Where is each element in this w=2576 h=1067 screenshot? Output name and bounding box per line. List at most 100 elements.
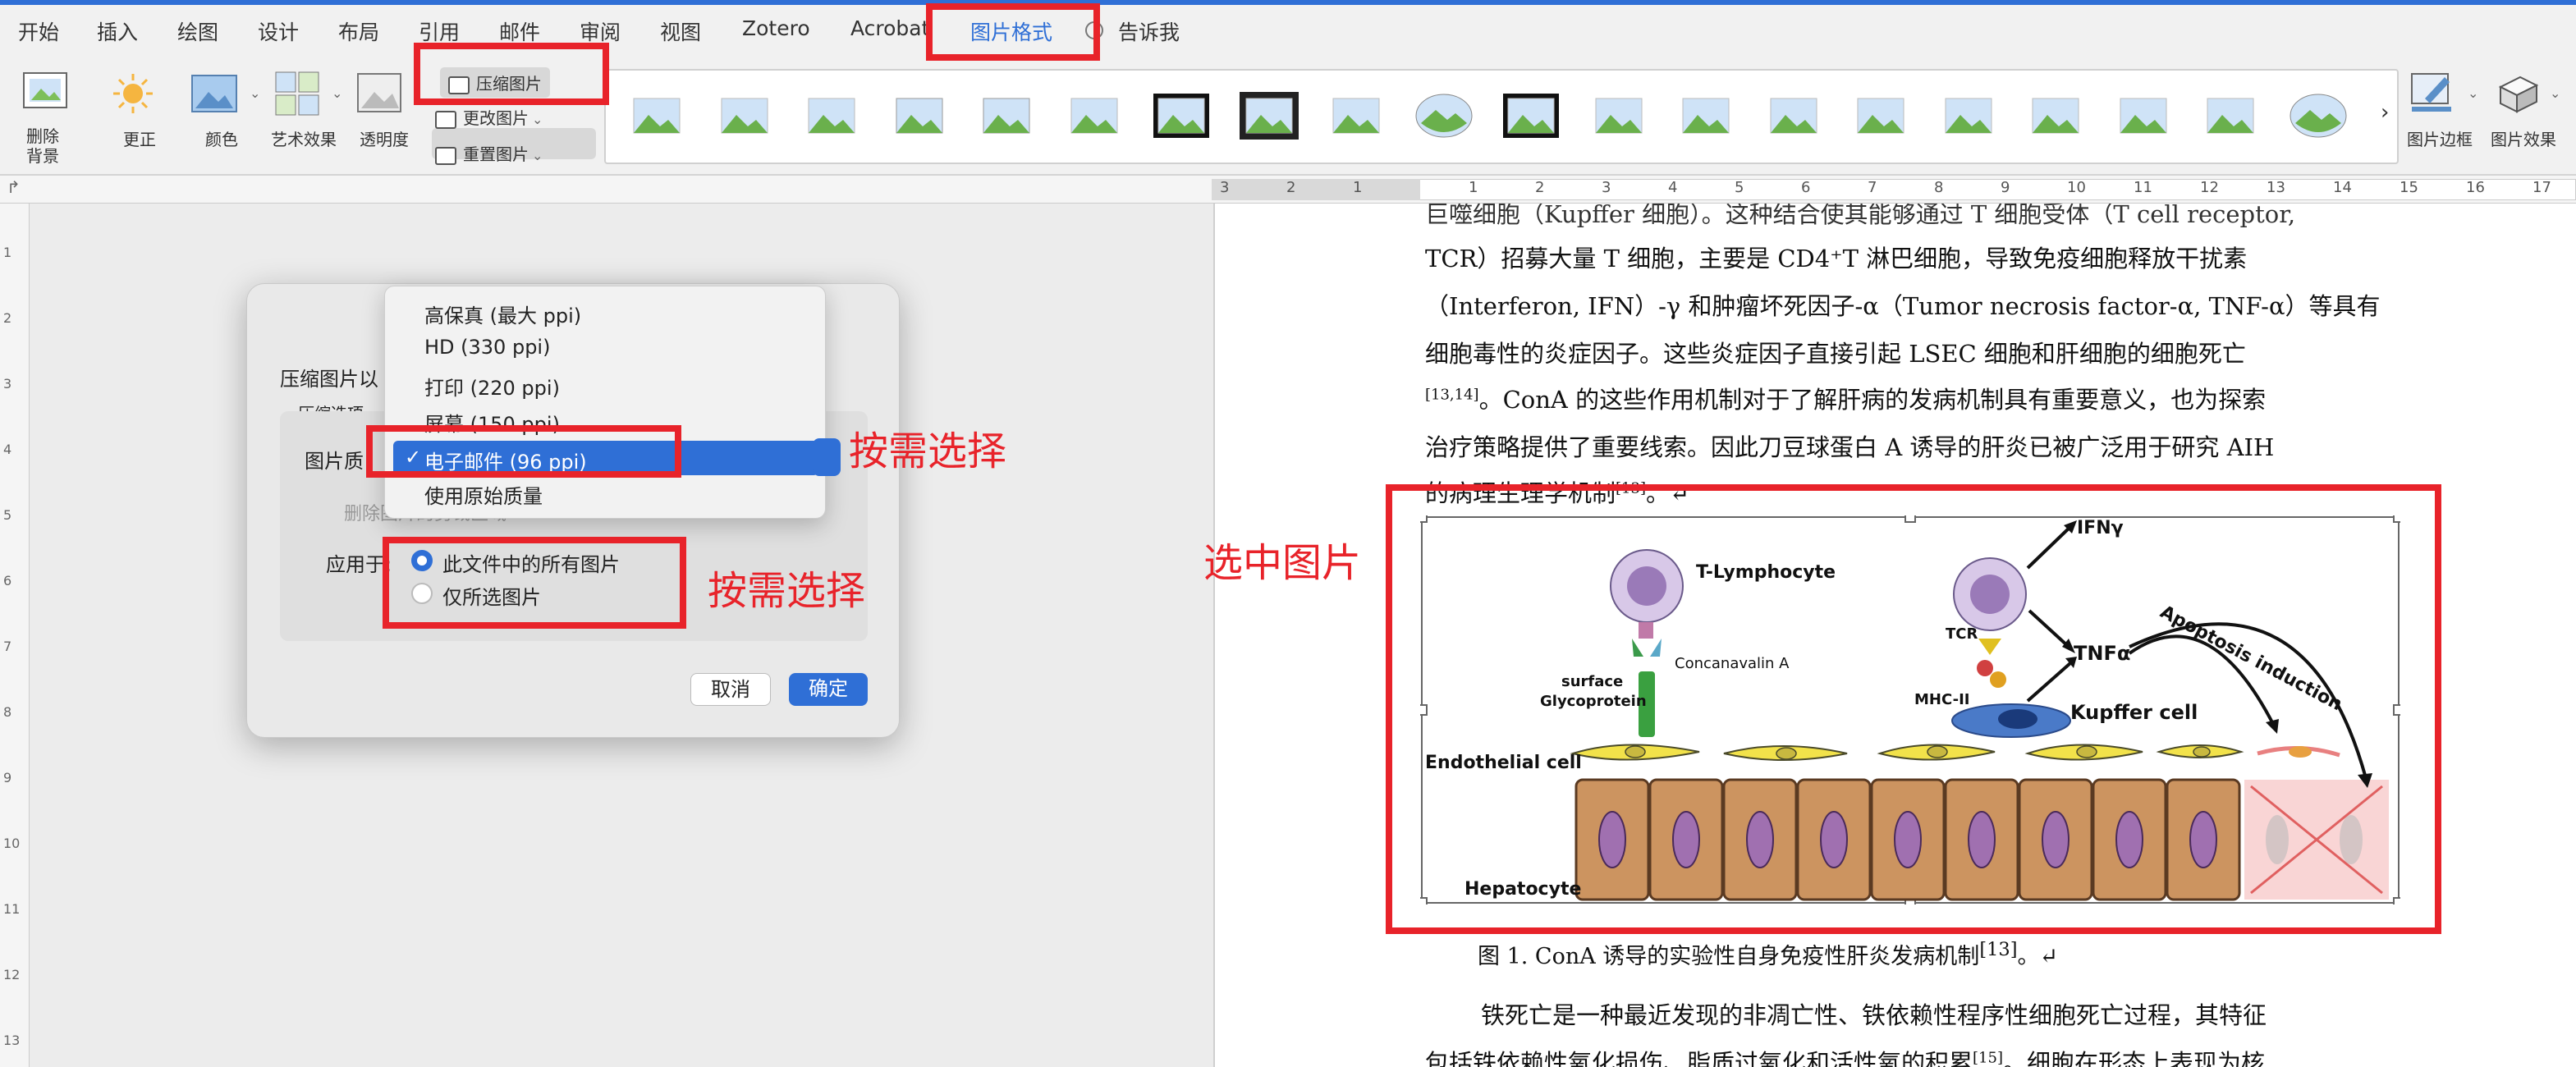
picture-style-thumbnail[interactable] [1063,90,1125,141]
dropdown-option-hifi[interactable]: 高保真 (最大 ppi) [424,300,581,328]
picture-style-thumbnail[interactable] [1588,90,1650,141]
picture-border-icon[interactable] [2409,71,2458,115]
menu-bar: 开始 插入 绘图 设计 布局 引用 邮件 审阅 视图 Zotero Acroba… [0,0,2576,62]
vertical-ruler-number: 8 [3,704,12,720]
picture-style-thumbnail[interactable] [2287,90,2349,141]
picture-border-dropdown-icon[interactable]: ⌄ [2468,85,2478,101]
artistic-effects-label[interactable]: 艺术效果 [271,126,337,150]
picture-style-thumbnail[interactable] [800,90,863,141]
picture-effects-icon[interactable] [2492,71,2540,115]
artistic-effects-icon[interactable] [274,71,322,117]
highlight-picture-format-tab [926,3,1100,61]
picture-style-thumbnail[interactable] [1150,90,1212,141]
picture-style-thumbnail[interactable] [1238,90,1300,141]
tab-review[interactable]: 审阅 [580,16,621,46]
quality-dropdown-menu: 高保真 (最大 ppi) HD (330 ppi) 打印 (220 ppi) 屏… [384,286,826,519]
vertical-ruler-number: 11 [3,901,21,917]
tab-tell-me[interactable]: 告诉我 [1118,16,1180,46]
vertical-ruler-number: 5 [3,507,12,523]
ruler-number: 3 [1220,179,1230,196]
figure-caption: 图 1. ConA 诱导的实验性自身免疫性肝炎发病机制[13]。↵ [1478,939,2059,969]
tab-mailings[interactable]: 邮件 [499,16,540,46]
ruler-number: 8 [1934,179,1944,196]
doc-line-2: （Interferon, IFN）-γ 和肿瘤坏死因子-α（Tumor necr… [1425,292,2381,320]
picture-style-thumbnail[interactable] [1413,90,1475,141]
ruler-number: 11 [2134,179,2152,196]
remove-background-icon[interactable] [21,71,69,117]
highlight-selected-image [1386,484,2441,934]
picture-style-thumbnail[interactable] [2199,90,2262,141]
ruler-number: 2 [1535,179,1545,196]
picture-style-thumbnail[interactable] [2112,90,2175,141]
color-label[interactable]: 颜色 [205,126,238,150]
vertical-ruler-number: 7 [3,639,12,654]
remove-background-label[interactable]: 删除 背景 [26,126,59,166]
picture-style-thumbnail[interactable] [1937,90,2000,141]
reset-picture-button[interactable]: 重置图片 ⌄ [435,141,543,165]
corrections-label[interactable]: 更正 [123,126,156,150]
transparency-icon[interactable] [356,72,404,115]
ruler-number: 17 [2532,179,2551,196]
vertical-ruler-number: 9 [3,770,12,785]
transparency-label[interactable]: 透明度 [360,126,409,150]
dropdown-option-original[interactable]: 使用原始质量 [424,480,543,509]
vertical-ruler-number: 13 [3,1033,21,1048]
dialog-title: 压缩图片以 [280,368,378,391]
picture-style-thumbnail[interactable] [2024,90,2087,141]
ok-button[interactable]: 确定 [789,673,868,706]
picture-style-thumbnail[interactable] [713,90,776,141]
doc-line-1: TCR）招募大量 T 细胞，主要是 CD4⁺T 淋巴细胞，导致免疫细胞释放干扰素 [1425,245,2248,272]
color-dropdown-icon[interactable]: ⌄ [250,85,260,101]
picture-style-thumbnail[interactable] [975,90,1038,141]
change-picture-icon [435,110,456,129]
vertical-ruler-number: 4 [3,442,12,457]
picture-style-thumbnail[interactable] [1762,90,1825,141]
doc-line-3: 细胞毒性的炎症因子。这些炎症因子直接引起 LSEC 细胞和肝细胞的细胞死亡 [1425,340,2246,368]
highlight-apply-options [383,537,686,629]
corrections-icon[interactable] [110,71,156,117]
change-picture-button[interactable]: 更改图片 ⌄ [435,105,543,129]
doc-para2-line-2: 包括铁依赖性氧化损伤、脂质过氧化和活性氧的积累[15]。细胞在形态上表现为核 [1425,1049,2265,1067]
artistic-dropdown-icon[interactable]: ⌄ [332,85,342,101]
ruler-number: 7 [1868,179,1877,196]
ruler-number: 9 [2001,179,2010,196]
picture-style-thumbnail[interactable] [1325,90,1387,141]
tab-insert[interactable]: 插入 [97,16,138,46]
picture-border-label[interactable]: 图片边框 [2407,126,2473,150]
picture-effects-label[interactable]: 图片效果 [2491,126,2556,150]
ruler-number: 2 [1286,179,1296,196]
dropdown-stepper-icon[interactable] [813,438,841,476]
color-icon[interactable] [190,74,238,113]
tab-zotero[interactable]: Zotero [742,16,810,40]
ruler-number: 13 [2267,179,2285,196]
tab-layout[interactable]: 布局 [338,16,379,46]
ruler-number: 16 [2466,179,2485,196]
tab-acrobat[interactable]: Acrobat [850,16,929,40]
vertical-ruler-number: 12 [3,967,21,982]
tab-view[interactable]: 视图 [660,16,701,46]
tab-home[interactable]: 开始 [18,16,59,46]
picture-style-thumbnail[interactable] [888,90,951,141]
annotation-choose-apply: 按需选择 [708,568,866,614]
dropdown-option-hd[interactable]: HD (330 ppi) [424,336,550,359]
picture-style-thumbnail[interactable] [626,90,688,141]
reset-picture-icon [435,146,456,165]
picture-style-thumbnail[interactable] [1500,90,1562,141]
cancel-button[interactable]: 取消 [690,673,771,706]
ruler-number: 14 [2333,179,2352,196]
picture-style-thumbnail[interactable] [1849,90,1912,141]
ruler-number: 12 [2200,179,2219,196]
tab-design[interactable]: 设计 [258,16,299,46]
tab-references[interactable]: 引用 [419,16,460,46]
ref-13-14: [13,14] [1425,386,1479,404]
ruler-number: 15 [2400,179,2418,196]
dropdown-option-print[interactable]: 打印 (220 ppi) [424,372,560,401]
picture-effects-dropdown-icon[interactable]: ⌄ [2550,85,2560,101]
ruler-number: 5 [1735,179,1744,196]
picture-style-thumbnail[interactable] [1675,90,1737,141]
doc-line-4: [13,14]。ConA 的这些作用机制对于了解肝病的发病机制具有重要意义，也为… [1425,386,2267,414]
highlight-email-option [366,425,681,478]
ribbon: 删除 背景 更正 ⌄ 颜色 ⌄ 艺术效果 ⌄ 透明度 压缩图片 更改图片 ⌄ 重置… [0,62,2576,176]
tab-draw[interactable]: 绘图 [177,16,218,46]
ruler-number: 4 [1668,179,1678,196]
